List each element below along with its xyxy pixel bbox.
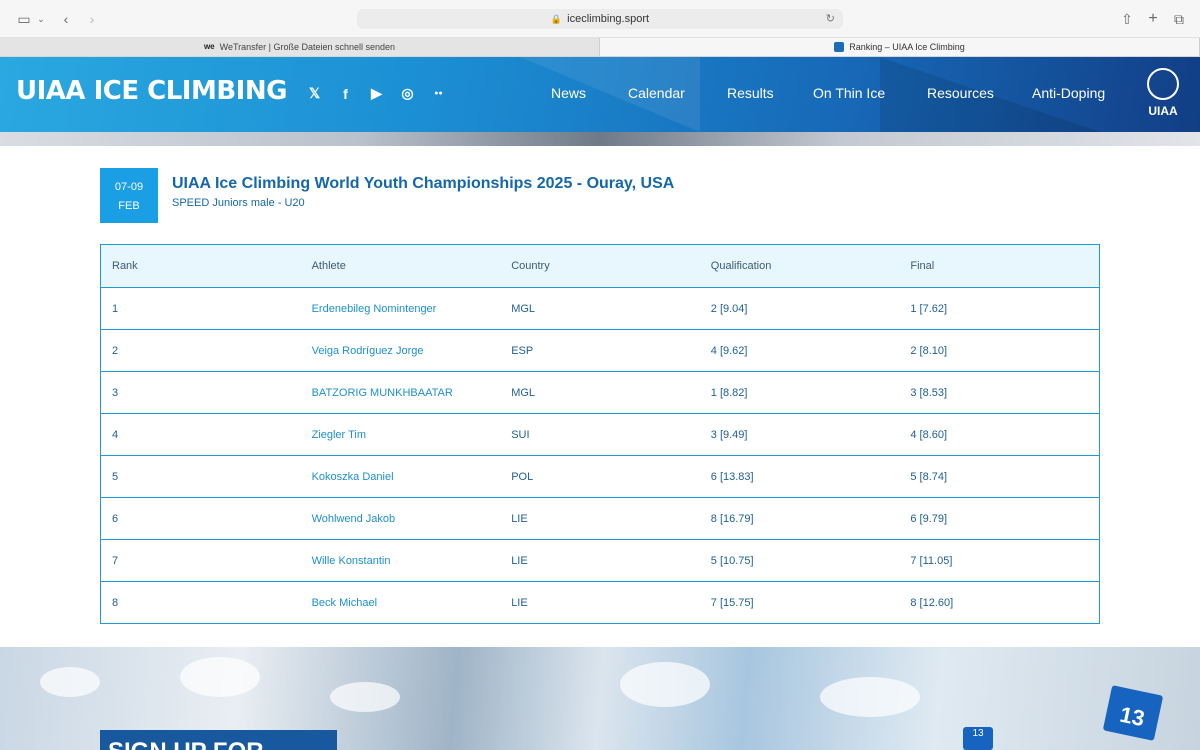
qualification-cell: 4 [9.62] bbox=[710, 344, 748, 357]
x-icon[interactable]: 𝕏 bbox=[306, 85, 323, 102]
table-row: 1 Erdenebileg Nomintenger MGL 2 [9.04] 1… bbox=[101, 287, 1099, 329]
bib-number-small: 13 bbox=[963, 727, 993, 750]
url-text: iceclimbing.sport bbox=[567, 13, 650, 25]
date-badge: 07-09 FEB bbox=[100, 168, 158, 223]
qualification-cell: 8 [16.79] bbox=[710, 512, 754, 525]
mountain-icon bbox=[1147, 68, 1179, 100]
table-row: 2 Veiga Rodríguez Jorge ESP 4 [9.62] 2 [… bbox=[101, 329, 1099, 371]
country-cell: ESP bbox=[511, 344, 534, 357]
sidebar-toggle-icon[interactable]: ▭ bbox=[14, 9, 34, 29]
tab-bar: we WeTransfer | Große Dateien schnell se… bbox=[0, 38, 1200, 57]
tab-label: Ranking – UIAA Ice Climbing bbox=[849, 42, 965, 52]
event-title: UIAA Ice Climbing World Youth Championsh… bbox=[172, 175, 675, 192]
country-cell: MGL bbox=[511, 386, 536, 399]
tab-wetransfer[interactable]: we WeTransfer | Große Dateien schnell se… bbox=[0, 38, 600, 56]
youtube-icon[interactable]: ▶ bbox=[368, 85, 385, 102]
final-cell: 7 [11.05] bbox=[910, 554, 953, 567]
instagram-icon[interactable]: ◎ bbox=[399, 85, 416, 102]
header-photo-strip bbox=[0, 132, 1200, 146]
country-cell: MGL bbox=[511, 302, 536, 315]
qualification-cell: 1 [8.82] bbox=[710, 386, 748, 399]
qualification-cell: 3 [9.49] bbox=[710, 428, 748, 441]
facebook-icon[interactable]: f bbox=[337, 85, 354, 102]
rank-cell: 7 bbox=[112, 554, 119, 567]
reload-icon[interactable]: ↻ bbox=[826, 12, 835, 25]
final-cell: 3 [8.53] bbox=[910, 386, 948, 399]
nav-on-thin-ice[interactable]: On Thin Ice bbox=[813, 85, 885, 101]
forward-icon[interactable]: › bbox=[84, 9, 100, 29]
athlete-link[interactable]: Ziegler Tim bbox=[301, 429, 501, 441]
nav-news[interactable]: News bbox=[551, 85, 586, 101]
athlete-link[interactable]: Kokoszka Daniel bbox=[301, 471, 501, 483]
signup-heading: SIGN UP FOR bbox=[100, 730, 337, 750]
qualification-cell: 2 [9.04] bbox=[710, 302, 748, 315]
rank-cell: 3 bbox=[112, 386, 119, 399]
rank-cell: 8 bbox=[112, 596, 119, 609]
final-cell: 5 [8.74] bbox=[910, 470, 948, 483]
table-row: 5 Kokoszka Daniel POL 6 [13.83] 5 [8.74] bbox=[101, 455, 1099, 497]
results-table: Rank Athlete Country Qualification Final… bbox=[100, 244, 1100, 624]
site-logo[interactable]: UIAA ICE CLIMBING bbox=[16, 76, 287, 106]
rank-cell: 6 bbox=[112, 512, 119, 525]
new-tab-icon[interactable]: + bbox=[1144, 9, 1162, 29]
tab-overview-icon[interactable]: ⧉ bbox=[1170, 9, 1188, 29]
qualification-cell: 7 [15.75] bbox=[710, 596, 754, 609]
qualification-cell: 6 [13.83] bbox=[710, 470, 754, 483]
nav-results[interactable]: Results bbox=[727, 85, 774, 101]
table-row: 6 Wohlwend Jakob LIE 8 [16.79] 6 [9.79] bbox=[101, 497, 1099, 539]
nav-anti-doping[interactable]: Anti-Doping bbox=[1032, 85, 1105, 101]
qualification-cell: 5 [10.75] bbox=[710, 554, 754, 567]
rank-cell: 5 bbox=[112, 470, 119, 483]
browser-toolbar: ▭ ⌄ ‹ › 🔒 iceclimbing.sport ↻ ⇧ + ⧉ bbox=[0, 0, 1200, 38]
final-cell: 1 [7.62] bbox=[910, 302, 948, 315]
address-bar[interactable]: 🔒 iceclimbing.sport ↻ bbox=[357, 9, 843, 29]
rank-cell: 1 bbox=[112, 302, 119, 315]
date-days: 07-09 bbox=[114, 181, 144, 193]
uiaa-logo[interactable]: UIAA bbox=[1140, 68, 1186, 123]
final-cell: 6 [9.79] bbox=[910, 512, 948, 525]
header-rank: Rank bbox=[112, 260, 138, 272]
lock-icon: 🔒 bbox=[550, 13, 563, 24]
header-country: Country bbox=[511, 260, 550, 272]
athlete-link[interactable]: Wohlwend Jakob bbox=[301, 513, 501, 525]
header-final: Final bbox=[910, 260, 935, 272]
uiaa-favicon-icon bbox=[834, 42, 845, 52]
country-cell: LIE bbox=[511, 512, 528, 525]
rank-cell: 4 bbox=[112, 428, 119, 441]
athlete-link[interactable]: Veiga Rodríguez Jorge bbox=[301, 345, 501, 357]
chevron-down-icon[interactable]: ⌄ bbox=[36, 9, 46, 29]
rank-cell: 2 bbox=[112, 344, 119, 357]
table-row: 3 BATZORIG MUNKHBAATAR MGL 1 [8.82] 3 [8… bbox=[101, 371, 1099, 413]
tab-ranking[interactable]: Ranking – UIAA Ice Climbing bbox=[600, 38, 1200, 56]
header-athlete: Athlete bbox=[311, 260, 346, 272]
nav-calendar[interactable]: Calendar bbox=[628, 85, 685, 101]
event-category: SPEED Juniors male - U20 bbox=[172, 197, 305, 209]
back-icon[interactable]: ‹ bbox=[58, 9, 74, 29]
social-links: 𝕏 f ▶ ◎ ●● bbox=[306, 85, 447, 102]
flickr-icon[interactable]: ●● bbox=[430, 85, 447, 102]
athlete-link[interactable]: BATZORIG MUNKHBAATAR bbox=[301, 387, 501, 399]
final-cell: 2 [8.10] bbox=[910, 344, 948, 357]
share-icon[interactable]: ⇧ bbox=[1118, 9, 1136, 29]
wetransfer-icon: we bbox=[203, 42, 215, 51]
date-month: FEB bbox=[118, 200, 140, 212]
athlete-link[interactable]: Wille Konstantin bbox=[301, 555, 501, 567]
country-cell: POL bbox=[511, 470, 534, 483]
table-header-row: Rank Athlete Country Qualification Final bbox=[101, 245, 1099, 287]
country-cell: LIE bbox=[511, 554, 528, 567]
table-row: 8 Beck Michael LIE 7 [15.75] 8 [12.60] bbox=[101, 581, 1099, 623]
athlete-link[interactable]: Erdenebileg Nomintenger bbox=[301, 303, 501, 315]
table-row: 4 Ziegler Tim SUI 3 [9.49] 4 [8.60] bbox=[101, 413, 1099, 455]
country-cell: LIE bbox=[511, 596, 528, 609]
athlete-link[interactable]: Beck Michael bbox=[301, 597, 501, 609]
final-cell: 4 [8.60] bbox=[910, 428, 948, 441]
final-cell: 8 [12.60] bbox=[910, 596, 954, 609]
header-qualification: Qualification bbox=[710, 260, 772, 272]
table-row: 7 Wille Konstantin LIE 5 [10.75] 7 [11.0… bbox=[101, 539, 1099, 581]
nav-resources[interactable]: Resources bbox=[927, 85, 994, 101]
tab-label: WeTransfer | Große Dateien schnell sende… bbox=[219, 42, 396, 52]
country-cell: SUI bbox=[511, 428, 530, 441]
